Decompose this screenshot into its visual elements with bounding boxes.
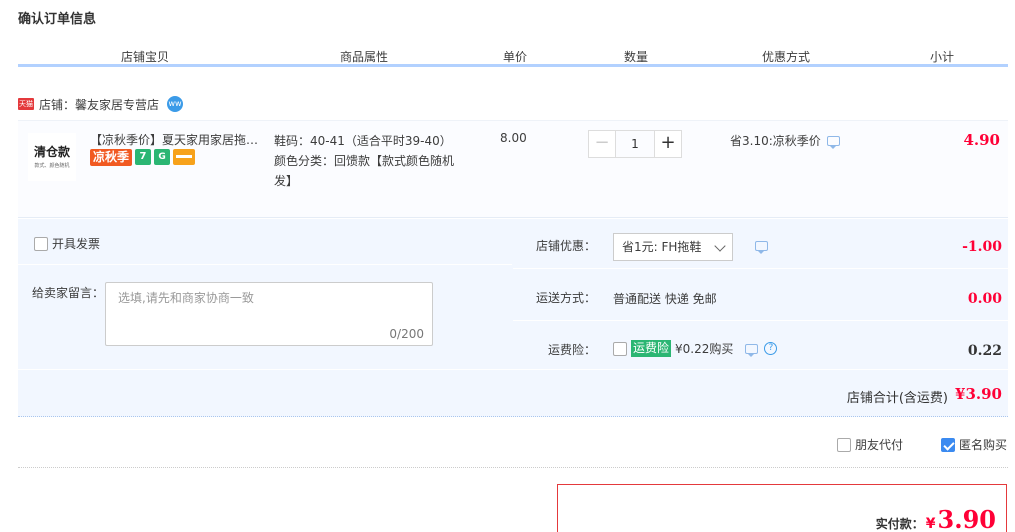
thumb-sub-text: 款式、颜色随机 (34, 163, 70, 169)
insurance-amount: 0.22 (967, 343, 1002, 359)
shop-discount-value: 省1元: FH拖鞋 (622, 240, 702, 254)
shipping-row: 运送方式： 普通配送 快递 免邮 0.00 (513, 271, 1008, 321)
shop-total-label: 店铺合计(含运费) (846, 391, 948, 406)
shop-total-row: 店铺合计(含运费) ¥3.90 (18, 369, 1008, 417)
friend-pay-option[interactable]: 朋友代付 (836, 436, 903, 453)
order-options: 开具发票 给卖家留言： 选填,请先和商家协商一致 0/200 店铺优惠： 省1元… (18, 219, 1008, 417)
question-icon[interactable]: ? (764, 342, 778, 355)
col-quantity: 数量 (624, 50, 649, 64)
column-header: 店铺宝贝 商品属性 单价 数量 优惠方式 小计 (18, 46, 1008, 66)
thumb-main-text: 清仓款 (33, 145, 70, 159)
item-badges: 凉秋季 7 G (90, 149, 196, 166)
insurance-text: ¥0.22购买 (675, 342, 734, 356)
tmall-icon: 天猫 (18, 98, 34, 110)
seven-day-return-icon: 7 (135, 149, 152, 165)
unit-price: 8.00 (500, 131, 527, 145)
col-shop-item: 店铺宝贝 (121, 50, 170, 64)
insurance-checkbox[interactable] (613, 341, 627, 356)
pay-currency: ¥ (925, 516, 936, 532)
col-attributes: 商品属性 (340, 50, 389, 64)
page-title: 确认订单信息 (18, 12, 97, 27)
shop-discount-amount: -1.00 (962, 239, 1002, 255)
pay-amount: 实付款： ¥ 3.90 (876, 505, 996, 532)
invoice-row: 开具发票 (18, 219, 512, 265)
shop-discount-row: 店铺优惠： 省1元: FH拖鞋 -1.00 (513, 219, 1008, 269)
pay-label: 实付款： (875, 517, 924, 531)
qty-input[interactable]: 1 (616, 130, 654, 158)
bottom-options: 朋友代付 匿名购买 (836, 436, 1007, 453)
attr-size: 鞋码：40-41（适合平时39-40） (274, 134, 452, 148)
promo-chat-icon[interactable] (826, 135, 840, 149)
friend-pay-checkbox[interactable] (836, 437, 851, 452)
invoice-option[interactable]: 开具发票 (34, 235, 100, 252)
pay-value: 3.90 (937, 505, 996, 532)
invoice-checkbox[interactable] (34, 236, 48, 251)
promo-info: 省3.10:凉秋季价 (730, 132, 840, 149)
guarantee-icon: G (154, 149, 171, 165)
anonymous-label: 匿名购买 (958, 438, 1007, 452)
shop-discount-label: 店铺优惠： (535, 239, 596, 253)
item-row: 清仓款 款式、颜色随机 【凉秋季价】夏天家用家居拖鞋男女士情侣室内居家防滑凉拖鞋… (18, 120, 1008, 218)
qty-plus-button[interactable]: + (654, 130, 682, 158)
message-row: 给卖家留言： 选填,请先和商家协商一致 0/200 (18, 266, 512, 367)
shop-discount-select[interactable]: 省1元: FH拖鞋 (613, 233, 733, 261)
item-title[interactable]: 【凉秋季价】夏天家用家居拖鞋男女士情侣室内居家防滑凉拖鞋 (90, 131, 270, 148)
promo-text: 省3.10:凉秋季价 (730, 134, 821, 148)
autumn-sale-badge: 凉秋季 (90, 149, 133, 166)
message-textarea[interactable]: 选填,请先和商家协商一致 0/200 (105, 282, 433, 346)
message-placeholder: 选填,请先和商家协商一致 (118, 291, 254, 305)
insurance-chat-icon[interactable] (745, 343, 759, 357)
message-label: 给卖家留言： (32, 286, 105, 300)
shipping-value: 普通配送 快递 免邮 (613, 292, 717, 306)
bottom-divider (18, 467, 1008, 468)
payment-summary: 实付款： ¥ 3.90 (557, 484, 1007, 532)
item-thumbnail[interactable]: 清仓款 款式、颜色随机 (28, 133, 76, 181)
anonymous-option[interactable]: 匿名购买 (940, 436, 1007, 453)
shop-row: 天猫 店铺：馨友家居专营店 ww (18, 95, 184, 113)
insurance-row: 运费险： 运费险 ¥0.22购买 ? 0.22 (513, 323, 1008, 373)
col-unit-price: 单价 (503, 50, 528, 64)
invoice-label: 开具发票 (52, 237, 101, 251)
attr-color: 颜色分类：回馈款【款式颜色随机发】 (274, 154, 455, 188)
quantity-stepper: − 1 + (588, 130, 682, 158)
discount-chat-icon[interactable] (755, 241, 768, 254)
item-subtotal: 4.90 (963, 131, 1000, 149)
header-divider (18, 64, 1008, 67)
anonymous-checkbox[interactable] (940, 437, 955, 452)
col-discount: 优惠方式 (762, 50, 811, 64)
shipping-amount: 0.00 (967, 291, 1002, 307)
chevron-down-icon (714, 240, 726, 252)
insurance-badge: 运费险 (631, 340, 672, 357)
shop-total-value: ¥3.90 (955, 385, 1002, 403)
shipping-label: 运送方式： (535, 291, 596, 305)
insurance-option[interactable]: 运费险 ¥0.22购买 ? (613, 340, 778, 357)
shop-name[interactable]: 店铺：馨友家居专营店 (39, 96, 159, 113)
qty-minus-button[interactable]: − (588, 130, 616, 158)
item-attributes: 鞋码：40-41（适合平时39-40） 颜色分类：回馈款【款式颜色随机发】 (274, 131, 464, 191)
wangwang-chat-icon[interactable]: ww (167, 96, 184, 112)
insurance-label: 运费险： (547, 343, 596, 357)
friend-pay-label: 朋友代付 (854, 438, 903, 452)
credit-card-icon (173, 149, 196, 165)
message-char-count: 0/200 (389, 327, 424, 341)
col-subtotal: 小计 (930, 50, 955, 64)
